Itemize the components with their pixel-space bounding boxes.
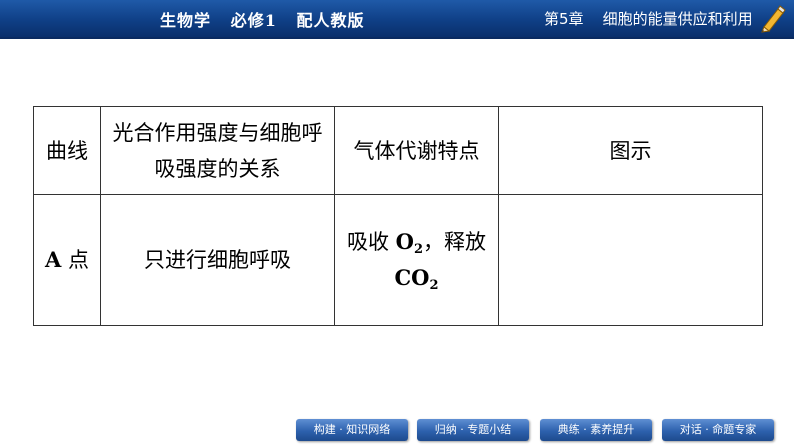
comparison-table: 曲线 光合作用强度与细胞呼吸强度的关系 气体代谢特点 图示 A 点 只进行细胞呼… <box>33 106 763 326</box>
nav-button-knowledge-network[interactable]: 构建 · 知识网络 <box>296 419 408 441</box>
chapter-title: 第5章 细胞的能量供应和利用 <box>544 10 753 28</box>
gas-text-release: ，释放 <box>423 230 487 254</box>
formula-co2: CO2 <box>394 265 439 293</box>
book-title: 生物学 必修1 配人教版 <box>160 11 365 30</box>
table-header-row: 曲线 光合作用强度与细胞呼吸强度的关系 气体代谢特点 图示 <box>33 106 763 195</box>
header-curve: 曲线 <box>33 106 101 195</box>
cell-relation: 只进行细胞呼吸 <box>100 194 335 326</box>
pencil-icon <box>761 5 786 33</box>
cell-gas: 吸收 O2，释放 CO2 <box>334 194 499 326</box>
gas-text-absorb: 吸收 <box>346 230 396 254</box>
header-figure: 图示 <box>498 106 763 195</box>
nav-button-practice[interactable]: 典练 · 素养提升 <box>540 419 652 441</box>
header-gas-metabolism: 气体代谢特点 <box>334 106 499 195</box>
formula-o2: O2 <box>395 229 424 257</box>
cell-figure <box>498 194 763 326</box>
cell-curve: A 点 <box>33 194 101 326</box>
header-relation: 光合作用强度与细胞呼吸强度的关系 <box>100 106 335 195</box>
table-row: A 点 只进行细胞呼吸 吸收 O2，释放 CO2 <box>33 194 763 326</box>
curve-suffix: 点 <box>61 248 89 272</box>
curve-letter: A <box>45 247 62 272</box>
nav-button-expert-dialogue[interactable]: 对话 · 命题专家 <box>662 419 774 441</box>
header-bar: 生物学 必修1 配人教版 第5章 细胞的能量供应和利用 <box>0 0 794 39</box>
nav-button-topic-summary[interactable]: 归纳 · 专题小结 <box>417 419 529 441</box>
